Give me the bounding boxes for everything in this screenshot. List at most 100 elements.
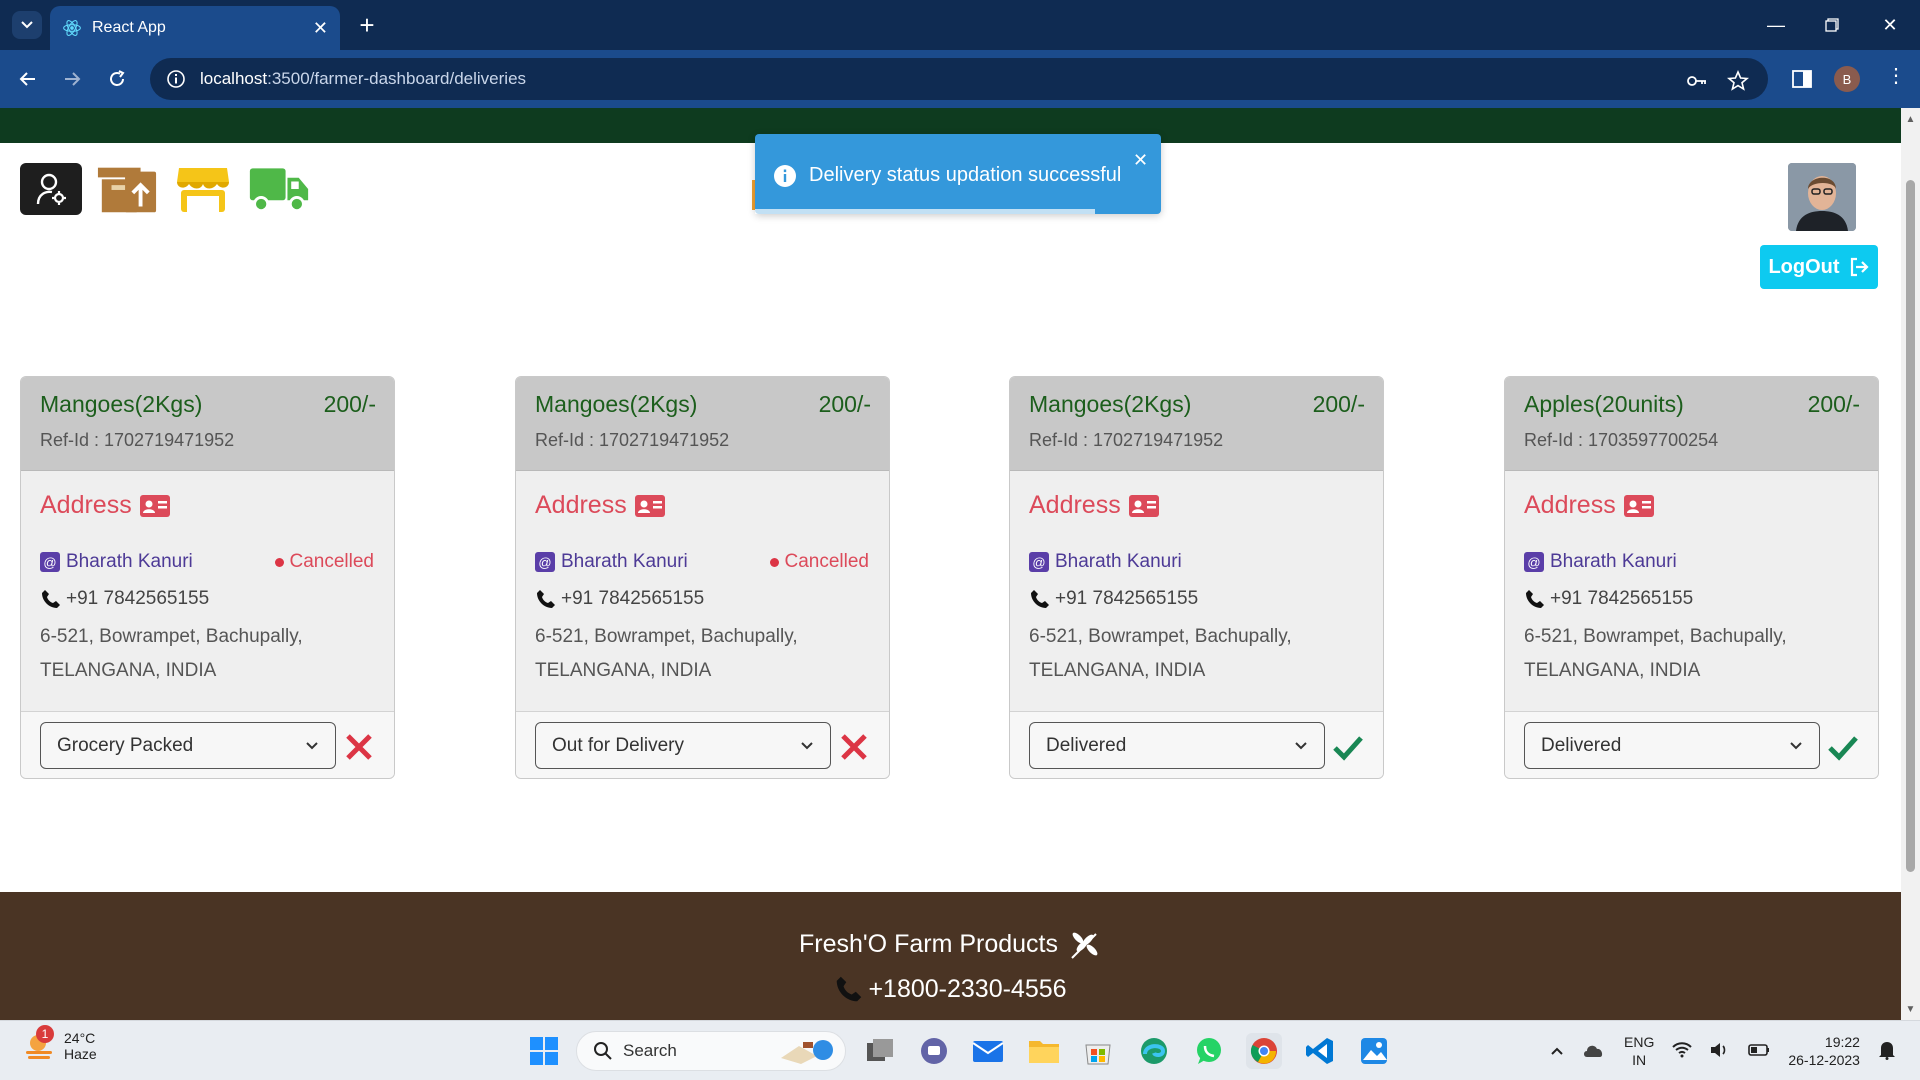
store-app[interactable] <box>1080 1033 1116 1069</box>
customer-name: @ Bharath Kanuri <box>1524 551 1677 573</box>
product-price: 200/- <box>1807 391 1860 417</box>
edge-app[interactable] <box>1136 1033 1172 1069</box>
address-title: Address <box>40 491 132 519</box>
wifi-tray[interactable] <box>1672 1041 1693 1061</box>
nav-store[interactable] <box>172 163 234 215</box>
selected-status: Grocery Packed <box>57 734 194 756</box>
card-header: Mangoes(2Kgs) 200/- Ref-Id : 17027194719… <box>21 377 394 471</box>
new-tab-button[interactable]: + <box>352 10 382 40</box>
page-scrollbar[interactable]: ▲ ▼ <box>1901 108 1920 1020</box>
tray-chevron-up-icon[interactable] <box>1550 1043 1564 1059</box>
taskbar-search[interactable]: Search <box>576 1031 846 1071</box>
card-header: Mangoes(2Kgs) 200/- Ref-Id : 17027194719… <box>1010 377 1383 471</box>
weather-temp: 24°C <box>64 1030 96 1046</box>
logout-label: LogOut <box>1768 255 1840 278</box>
status-badge: Cancelled <box>274 551 374 573</box>
delivery-status-select[interactable]: Delivered <box>1029 722 1325 769</box>
tab-search-button[interactable] <box>12 11 42 39</box>
user-avatar[interactable] <box>1788 163 1856 231</box>
customer-name-text: Bharath Kanuri <box>66 551 193 572</box>
info-icon <box>774 165 796 187</box>
close-window-button[interactable]: ✕ <box>1872 8 1908 42</box>
scroll-thumb[interactable] <box>1906 180 1915 872</box>
nav-deliveries[interactable] <box>248 163 310 215</box>
customer-name-text: Bharath Kanuri <box>1055 551 1182 572</box>
edge-icon <box>1141 1038 1167 1064</box>
chevron-down-icon <box>801 741 813 749</box>
battery-tray[interactable] <box>1748 1043 1770 1060</box>
menu-dots-icon[interactable]: ⋮ <box>1886 66 1906 86</box>
site-info-icon[interactable] <box>166 69 186 89</box>
delivery-status-select[interactable]: Delivered <box>1524 722 1820 769</box>
url-host: localhost <box>200 69 268 88</box>
browser-tab[interactable]: React App ✕ <box>50 6 340 50</box>
success-toast: Delivery status updation successful ✕ <box>755 134 1161 214</box>
dashboard-nav <box>20 163 310 215</box>
delivery-card: Apples(20units) 200/- Ref-Id : 170359770… <box>1504 376 1879 779</box>
customer-phone-text: +91 7842565155 <box>66 588 210 609</box>
bell-icon <box>1878 1041 1895 1060</box>
cancelled-x-icon <box>346 734 372 760</box>
clock-date: 26-12-2023 <box>1788 1052 1860 1068</box>
wifi-icon <box>1672 1041 1693 1057</box>
customer-phone: +91 7842565155 <box>1029 588 1198 610</box>
volume-tray[interactable] <box>1710 1042 1730 1061</box>
task-view-app[interactable] <box>862 1033 898 1069</box>
nav-profile-settings[interactable] <box>20 163 82 215</box>
nav-upload-products[interactable] <box>96 163 158 215</box>
weather-widget[interactable]: 1 24°C Haze <box>22 1025 97 1063</box>
at-icon: @ <box>1029 552 1049 572</box>
address-card-icon <box>1623 494 1654 517</box>
minimize-button[interactable]: — <box>1758 8 1794 42</box>
vscode-app[interactable] <box>1302 1033 1338 1069</box>
microsoft-store-icon <box>1085 1044 1111 1065</box>
profile-avatar[interactable]: B <box>1834 66 1860 92</box>
footer-brand-text: Fresh'O Farm Products <box>799 929 1058 958</box>
restore-button[interactable] <box>1814 8 1850 42</box>
status-dot <box>769 557 779 567</box>
address-card-icon <box>634 494 665 517</box>
scroll-up-icon[interactable]: ▲ <box>1905 114 1916 125</box>
mail-app[interactable] <box>970 1033 1006 1069</box>
logout-button[interactable]: LogOut <box>1760 245 1878 289</box>
clock[interactable]: 19:22 26-12-2023 <box>1788 1033 1860 1069</box>
file-explorer-app[interactable] <box>1026 1033 1062 1069</box>
back-button[interactable] <box>12 63 44 95</box>
reload-button[interactable] <box>101 63 133 95</box>
weather-cond: Haze <box>64 1046 97 1062</box>
customer-name-text: Bharath Kanuri <box>1550 551 1677 572</box>
lang-top: ENG <box>1624 1034 1655 1050</box>
tab-close-icon[interactable]: ✕ <box>313 18 328 39</box>
side-panel-icon[interactable] <box>1790 67 1814 91</box>
bookmark-star-icon[interactable] <box>1726 69 1750 93</box>
chrome-app[interactable] <box>1246 1033 1282 1069</box>
address-line-1: 6-521, Bowrampet, Bachupally, <box>40 626 303 647</box>
selected-status: Delivered <box>1046 734 1127 756</box>
product-price: 200/- <box>1312 391 1365 417</box>
photos-app[interactable] <box>1356 1033 1392 1069</box>
customer-name: @ Bharath Kanuri <box>1029 551 1182 573</box>
address-bar[interactable]: localhost:3500/farmer-dashboard/deliveri… <box>150 58 1768 100</box>
password-key-icon[interactable] <box>1685 69 1709 93</box>
delivery-card: Mangoes(2Kgs) 200/- Ref-Id : 17027194719… <box>20 376 395 779</box>
delivery-card: Mangoes(2Kgs) 200/- Ref-Id : 17027194719… <box>1009 376 1384 779</box>
user-photo <box>1788 163 1856 231</box>
delivery-status-select[interactable]: Grocery Packed <box>40 722 336 769</box>
teams-app[interactable] <box>916 1033 952 1069</box>
browser-toolbar: localhost:3500/farmer-dashboard/deliveri… <box>0 50 1920 108</box>
start-button[interactable] <box>526 1033 562 1069</box>
notification-tray[interactable] <box>1878 1040 1896 1063</box>
address-line-2: TELANGANA, INDIA <box>535 660 712 681</box>
customer-name-text: Bharath Kanuri <box>561 551 688 572</box>
language-indicator[interactable]: ENG IN <box>1624 1033 1654 1069</box>
restore-icon <box>1825 18 1839 32</box>
whatsapp-app[interactable] <box>1191 1033 1227 1069</box>
scroll-down-icon[interactable]: ▼ <box>1905 1004 1916 1015</box>
forward-button[interactable] <box>56 63 88 95</box>
toast-close-icon[interactable]: ✕ <box>1133 150 1148 171</box>
phone-icon <box>1031 590 1049 608</box>
mail-icon <box>972 1041 1004 1062</box>
onedrive-tray[interactable] <box>1582 1041 1606 1062</box>
delivery-status-select[interactable]: Out for Delivery <box>535 722 831 769</box>
cancelled-x-icon <box>841 734 867 760</box>
